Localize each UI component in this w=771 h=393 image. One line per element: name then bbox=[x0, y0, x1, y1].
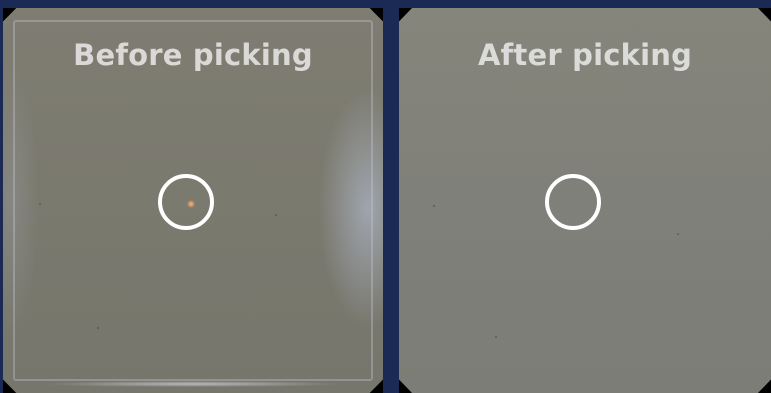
surface-speck bbox=[433, 205, 435, 207]
surface-speck bbox=[275, 214, 277, 216]
comparison-figure: Before picking After picking bbox=[0, 0, 771, 393]
target-circle-marker bbox=[158, 174, 214, 230]
surface-speck bbox=[677, 233, 679, 235]
target-circle-marker bbox=[545, 174, 601, 230]
after-panel: After picking bbox=[399, 8, 771, 393]
particle-dot bbox=[189, 202, 193, 206]
after-title: After picking bbox=[477, 38, 693, 72]
before-title: Before picking bbox=[73, 38, 313, 72]
surface-speck bbox=[97, 327, 99, 329]
surface-speck bbox=[495, 336, 497, 338]
before-panel: Before picking bbox=[3, 8, 383, 393]
surface-speck bbox=[39, 203, 41, 205]
